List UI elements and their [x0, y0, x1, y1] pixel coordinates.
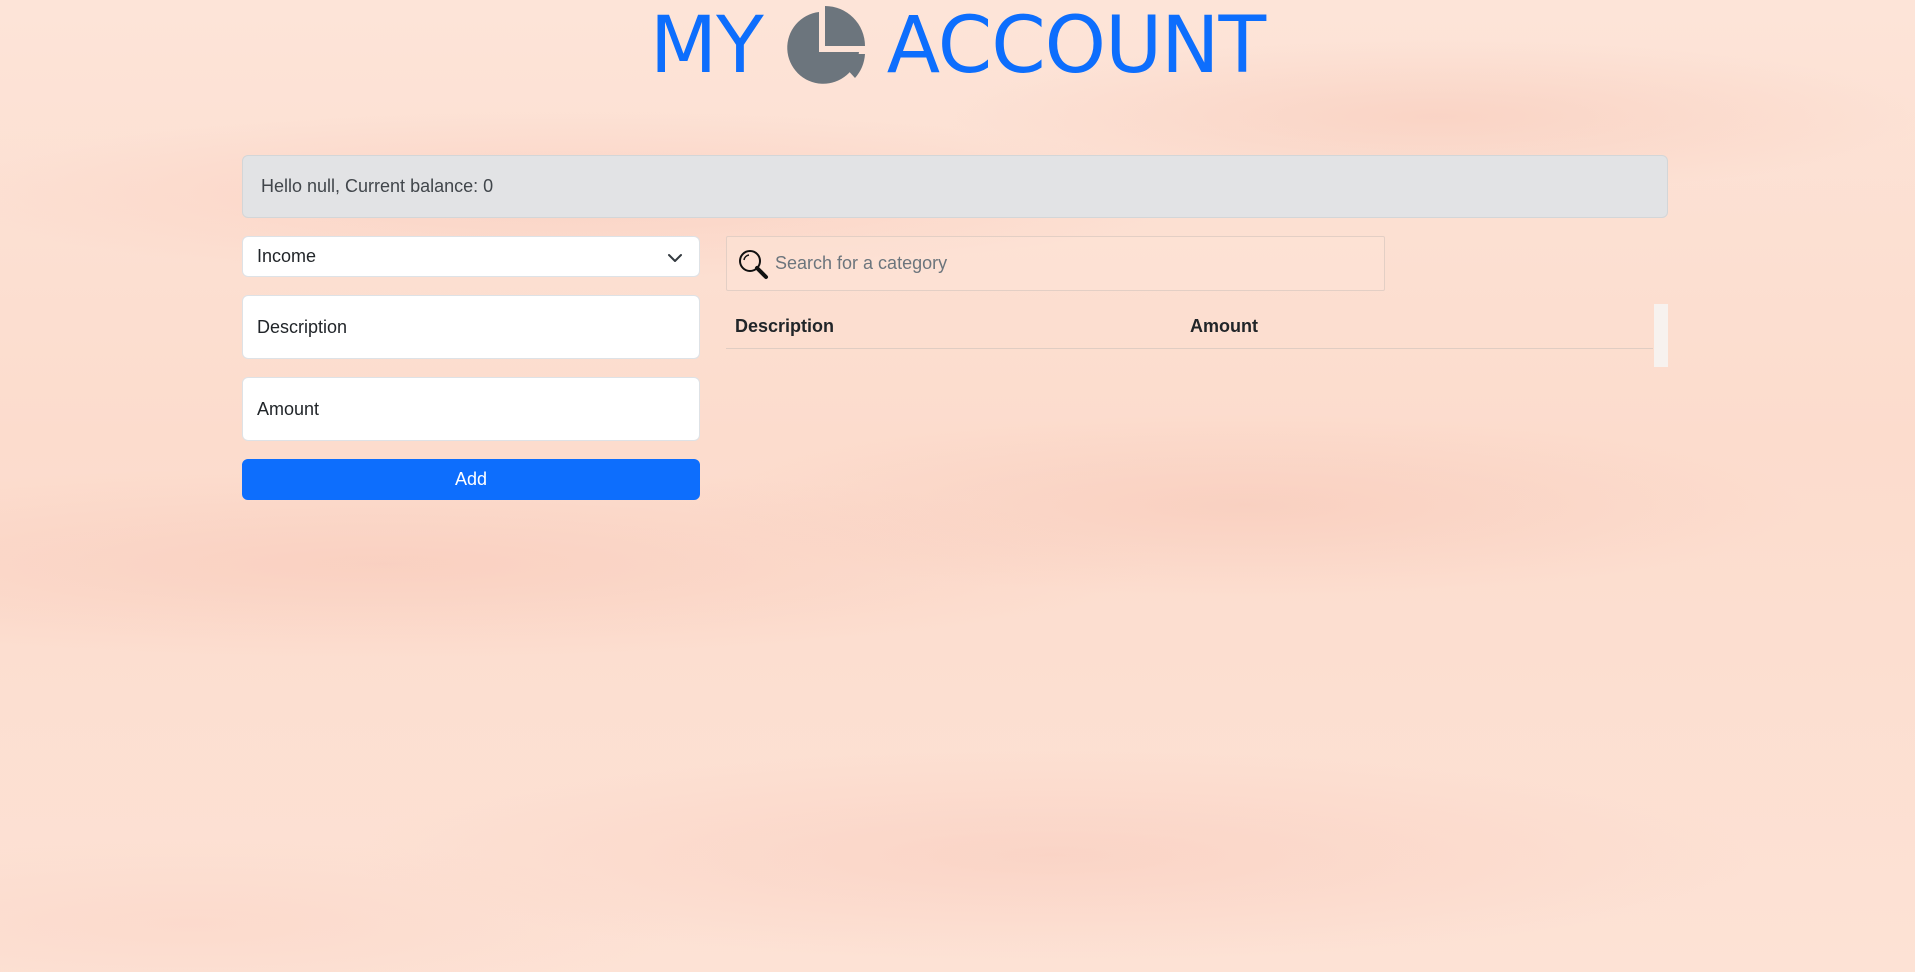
search-input[interactable]: Search for a category [775, 253, 947, 274]
balance-text: Hello null, Current balance: 0 [261, 176, 494, 196]
page-title: MY ACCOUNT [0, 4, 1915, 88]
magnifier-icon [739, 249, 768, 279]
pie-chart-icon [787, 6, 865, 84]
column-header-description: Description [735, 316, 835, 336]
transaction-form: Income Description Amount Add [242, 236, 700, 500]
table-scrollbar[interactable] [1654, 304, 1668, 367]
title-text-right: ACCOUNT [886, 1, 1266, 91]
type-select[interactable]: Income [242, 236, 700, 277]
description-field[interactable]: Description [242, 295, 700, 359]
add-button-label: Add [454, 469, 488, 489]
table-header: Description Amount [726, 304, 1653, 349]
type-select-value: Income [257, 246, 317, 266]
description-placeholder: Description [257, 316, 348, 337]
column-header-amount: Amount [1190, 316, 1258, 336]
chevron-down-icon [668, 254, 682, 262]
add-button[interactable]: Add [242, 459, 700, 500]
amount-placeholder: Amount [257, 398, 320, 419]
amount-field[interactable]: Amount [242, 377, 700, 441]
category-search[interactable]: Search for a category [726, 236, 1385, 291]
balance-alert: Hello null, Current balance: 0 [242, 155, 1668, 218]
transactions-table: Description Amount [726, 304, 1668, 367]
title-text-left: MY [649, 1, 764, 91]
